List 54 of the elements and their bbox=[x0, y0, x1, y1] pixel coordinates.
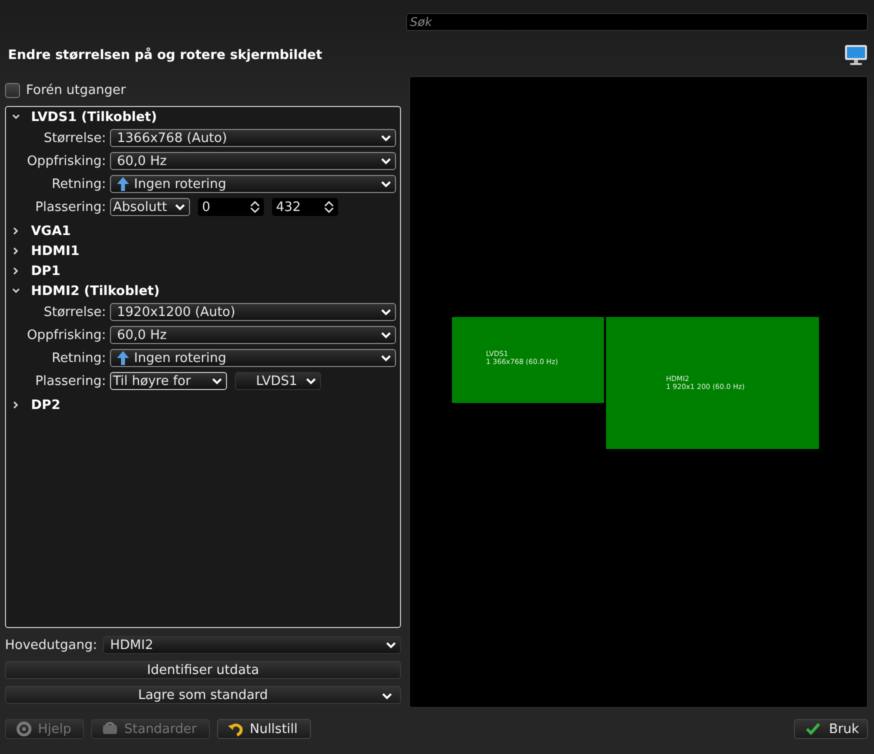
caret-icon bbox=[381, 354, 391, 362]
caret-icon bbox=[386, 641, 396, 649]
refresh-dropdown[interactable]: 60,0 Hz bbox=[110, 152, 396, 170]
field-label: Plassering: bbox=[34, 374, 106, 388]
apply-button[interactable]: Bruk bbox=[794, 719, 868, 739]
field-label: Oppfrisking: bbox=[26, 328, 106, 342]
output-tree-item[interactable]: DP2 bbox=[10, 395, 396, 415]
size-dropdown[interactable]: 1366x768 (Auto) bbox=[110, 129, 396, 147]
field-label: Størrelse: bbox=[42, 304, 106, 320]
field-label: Oppfrisking: bbox=[26, 154, 106, 168]
target-output-dropdown[interactable]: LVDS1 bbox=[235, 372, 321, 390]
caret-icon bbox=[381, 180, 391, 188]
position-dropdown[interactable]: Til høyre for bbox=[110, 372, 227, 390]
identify-button[interactable]: Identifiser utdata bbox=[5, 661, 401, 679]
field-label: Størrelse: bbox=[42, 130, 106, 146]
output-tree-item[interactable]: LVDS1 (Tilkoblet) bbox=[10, 107, 396, 127]
coordinate-spinbox[interactable]: 0 bbox=[198, 198, 264, 216]
spin-arrows-icon bbox=[250, 201, 260, 213]
primary-output-dropdown[interactable]: HDMI2 bbox=[103, 636, 401, 654]
caret-icon bbox=[381, 157, 391, 165]
field-label: Plassering: bbox=[34, 200, 106, 214]
up-arrow-icon bbox=[117, 177, 129, 191]
caret-icon bbox=[175, 203, 185, 211]
caret-icon bbox=[381, 308, 391, 316]
caret-icon bbox=[381, 134, 391, 142]
box-icon bbox=[102, 721, 118, 737]
size-dropdown[interactable]: 1920x1200 (Auto) bbox=[110, 303, 396, 321]
caret-icon bbox=[212, 377, 222, 385]
output-tree-item[interactable]: HDMI1 bbox=[10, 241, 396, 261]
monitor-icon bbox=[844, 43, 868, 67]
field-label: Retning: bbox=[50, 176, 106, 192]
coordinate-spinbox[interactable]: 432 bbox=[272, 198, 338, 216]
caret-icon bbox=[306, 377, 316, 385]
rotation-dropdown[interactable]: Ingen rotering bbox=[110, 175, 396, 193]
save-default-button[interactable]: Lagre som standard bbox=[5, 686, 401, 704]
output-tree-item[interactable]: VGA1 bbox=[10, 221, 396, 241]
page-heading: Endre størrelsen på og rotere skjermbildet bbox=[8, 48, 322, 62]
checkmark-icon bbox=[804, 721, 821, 737]
rotation-dropdown[interactable]: Ingen rotering bbox=[110, 349, 396, 367]
search-field[interactable]: Søk bbox=[406, 13, 868, 31]
caret-icon bbox=[381, 331, 391, 339]
position-dropdown[interactable]: Absolutt bbox=[110, 198, 190, 216]
reset-button[interactable]: Nullstill bbox=[216, 719, 311, 739]
output-tree-item[interactable]: DP1 bbox=[10, 261, 396, 281]
unify-checkbox[interactable]: Forén utganger bbox=[5, 81, 401, 99]
field-label: Retning: bbox=[50, 350, 106, 366]
undo-arrow-icon bbox=[228, 721, 244, 737]
output-tree-item[interactable]: HDMI2 (Tilkoblet) bbox=[10, 281, 396, 301]
lifebuoy-icon bbox=[16, 721, 32, 737]
caret-icon bbox=[382, 692, 392, 700]
up-arrow-icon bbox=[117, 351, 129, 365]
refresh-dropdown[interactable]: 60,0 Hz bbox=[110, 326, 396, 344]
spin-arrows-icon bbox=[324, 201, 334, 213]
field-label: Hovedutgang: bbox=[5, 638, 98, 652]
